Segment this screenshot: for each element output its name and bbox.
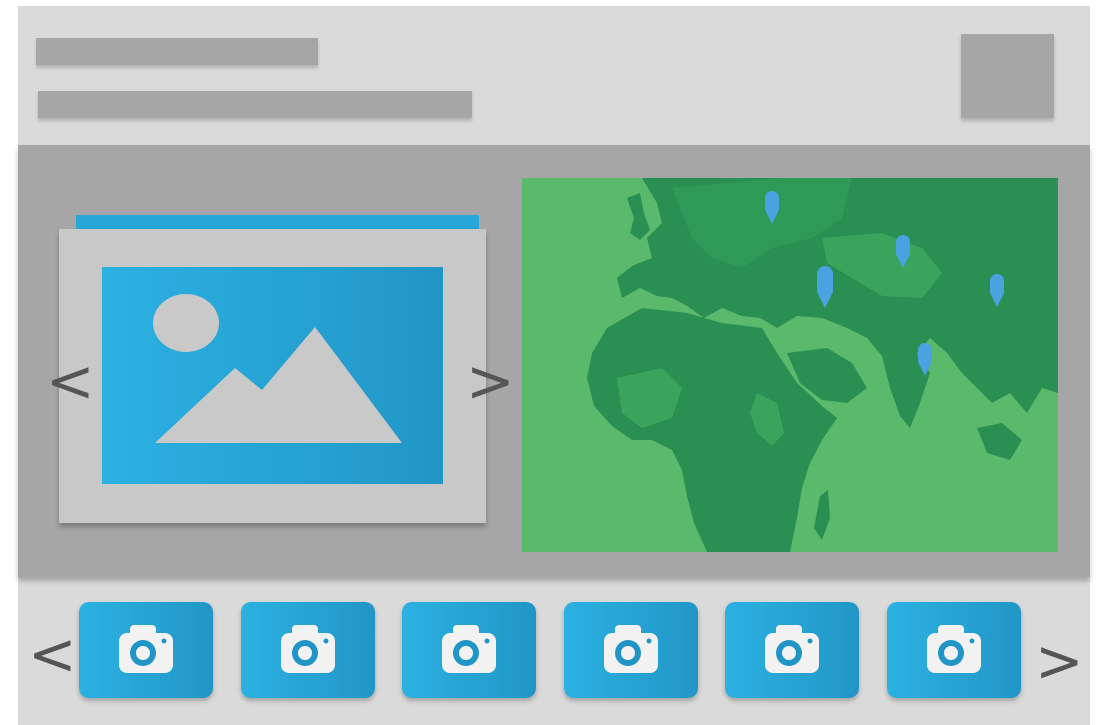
camera-icon	[119, 625, 173, 673]
uk-shape	[627, 193, 650, 240]
thumbnail-item[interactable]	[241, 602, 375, 698]
camera-icon	[765, 625, 819, 673]
camera-icon	[604, 625, 658, 673]
thumbnails-next-button[interactable]: >	[1035, 632, 1084, 690]
avatar[interactable]	[961, 34, 1054, 118]
image-placeholder-graphic	[153, 294, 402, 443]
camera-icon	[281, 625, 335, 673]
thumbnail-item[interactable]	[79, 602, 213, 698]
image-icon	[102, 267, 443, 484]
map-graphic	[587, 178, 1058, 552]
thumbnail-item[interactable]	[564, 602, 698, 698]
thumbnail-item[interactable]	[887, 602, 1021, 698]
southeast-asia-shape	[977, 423, 1022, 460]
title-placeholder	[36, 38, 318, 65]
slideshow-next-button[interactable]: >	[466, 352, 515, 410]
thumbnail-item[interactable]	[725, 602, 859, 698]
world-map[interactable]	[522, 178, 1058, 552]
africa-shape	[587, 308, 837, 552]
slideshow-prev-button[interactable]: <	[46, 352, 95, 410]
madagascar-shape	[814, 490, 830, 540]
thumbnail-item[interactable]	[402, 602, 536, 698]
camera-icon	[927, 625, 981, 673]
subtitle-placeholder	[38, 91, 472, 118]
sun-shape	[153, 294, 219, 352]
camera-icon	[442, 625, 496, 673]
thumbnails-prev-button[interactable]: <	[28, 625, 77, 683]
